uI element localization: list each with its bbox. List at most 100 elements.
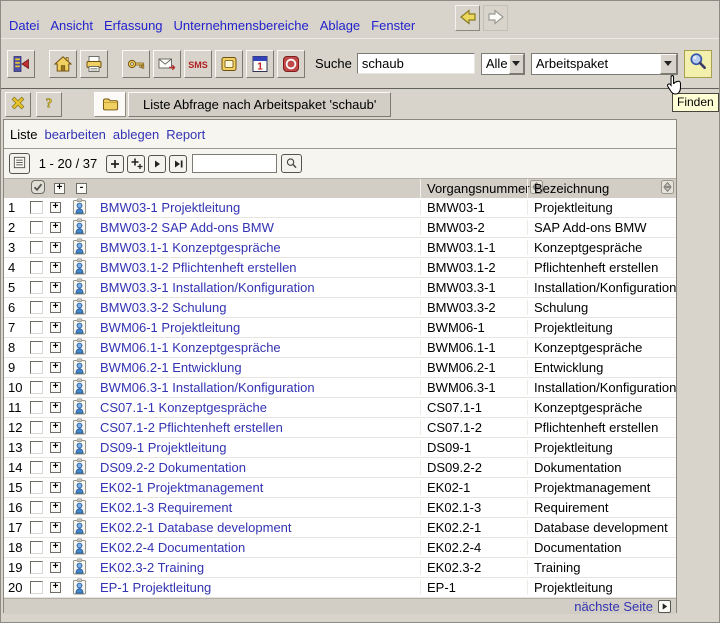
workpackage-link[interactable]: BWM06-1 Projektleitung <box>100 320 240 335</box>
workpackage-person-icon[interactable] <box>72 378 87 398</box>
menu-item-ansicht[interactable]: Ansicht <box>50 18 93 33</box>
forward-button[interactable] <box>483 5 508 31</box>
workpackage-link[interactable]: EK02.2-4 Documentation <box>100 540 245 555</box>
workpackage-person-icon[interactable] <box>72 478 87 498</box>
toolbar-cardfile-button[interactable] <box>215 50 243 78</box>
sort-icon[interactable] <box>661 180 674 197</box>
document-tab[interactable]: Liste Abfrage nach Arbeitspaket 'schaub' <box>94 92 391 117</box>
row-expand-button[interactable]: + <box>50 282 61 293</box>
workpackage-link[interactable]: BWM06.3-1 Installation/Konfiguration <box>100 380 315 395</box>
toolbar-mail-button[interactable] <box>153 50 181 78</box>
toolbar-key-button[interactable] <box>122 50 150 78</box>
toolbar-print-button[interactable] <box>80 50 108 78</box>
row-checkbox[interactable] <box>30 521 43 534</box>
row-expand-button[interactable]: + <box>50 562 61 573</box>
workpackage-link[interactable]: DS09-1 Projektleitung <box>100 440 226 455</box>
find-button[interactable] <box>684 50 712 78</box>
workpackage-person-icon[interactable] <box>72 398 87 418</box>
workpackage-link[interactable]: BMW03-1 Projektleitung <box>100 200 240 215</box>
row-expand-button[interactable]: + <box>50 442 61 453</box>
workpackage-link[interactable]: BMW03-2 SAP Add-ons BMW <box>100 220 274 235</box>
add-multi-button[interactable] <box>127 155 145 173</box>
toolbar-home-button[interactable] <box>49 50 77 78</box>
next-page-link[interactable]: nächste Seite <box>574 599 653 614</box>
row-expand-button[interactable]: + <box>50 362 61 373</box>
row-expand-button[interactable]: + <box>50 522 61 533</box>
workpackage-person-icon[interactable] <box>72 498 87 518</box>
action-link-bearbeiten[interactable]: bearbeiten <box>44 127 105 142</box>
collapse-all-button[interactable]: - <box>76 183 87 194</box>
search-input[interactable] <box>357 53 475 74</box>
row-checkbox[interactable] <box>30 281 43 294</box>
menu-item-erfassung[interactable]: Erfassung <box>104 18 163 33</box>
scope-select[interactable]: Alle <box>481 53 525 75</box>
back-button[interactable] <box>455 5 480 31</box>
row-checkbox[interactable] <box>30 401 43 414</box>
filter-find-button[interactable] <box>281 154 302 173</box>
workpackage-link[interactable]: EK02-1 Projektmanagement <box>100 480 263 495</box>
row-expand-button[interactable]: + <box>50 302 61 313</box>
row-expand-button[interactable]: + <box>50 382 61 393</box>
workpackage-person-icon[interactable] <box>72 458 87 478</box>
row-expand-button[interactable]: + <box>50 322 61 333</box>
help-button[interactable]: ? <box>36 92 62 117</box>
workpackage-person-icon[interactable] <box>72 278 87 298</box>
menu-item-unternehmensbereiche[interactable]: Unternehmensbereiche <box>174 18 309 33</box>
row-checkbox[interactable] <box>30 421 43 434</box>
row-expand-button[interactable]: + <box>50 462 61 473</box>
column-header-bezeichnung[interactable]: Bezeichnung <box>534 181 609 196</box>
workpackage-person-icon[interactable] <box>72 198 87 218</box>
check-all-icon[interactable] <box>30 179 46 198</box>
row-expand-button[interactable]: + <box>50 402 61 413</box>
menu-item-datei[interactable]: Datei <box>9 18 39 33</box>
row-expand-button[interactable]: + <box>50 222 61 233</box>
row-checkbox[interactable] <box>30 561 43 574</box>
row-checkbox[interactable] <box>30 201 43 214</box>
workpackage-person-icon[interactable] <box>72 238 87 258</box>
row-checkbox[interactable] <box>30 581 43 594</box>
workpackage-link[interactable]: BMW03.1-2 Pflichtenheft erstellen <box>100 260 297 275</box>
workpackage-person-icon[interactable] <box>72 518 87 538</box>
workpackage-person-icon[interactable] <box>72 438 87 458</box>
workpackage-person-icon[interactable] <box>72 558 87 578</box>
toolbar-exit-button[interactable] <box>7 50 35 78</box>
column-header-vorgangsnummer[interactable]: Vorgangsnummer <box>427 181 530 196</box>
row-checkbox[interactable] <box>30 441 43 454</box>
row-checkbox[interactable] <box>30 381 43 394</box>
add-button[interactable] <box>106 155 124 173</box>
workpackage-link[interactable]: BWM06.2-1 Entwicklung <box>100 360 242 375</box>
close-view-button[interactable] <box>5 92 31 117</box>
toolbar-sms-button[interactable]: SMS <box>184 50 212 78</box>
row-checkbox[interactable] <box>30 361 43 374</box>
action-link-report[interactable]: Report <box>166 127 205 142</box>
row-expand-button[interactable]: + <box>50 582 61 593</box>
menu-item-fenster[interactable]: Fenster <box>371 18 415 33</box>
row-expand-button[interactable]: + <box>50 542 61 553</box>
row-checkbox[interactable] <box>30 261 43 274</box>
last-page-button[interactable] <box>169 155 187 173</box>
workpackage-link[interactable]: EK02.2-1 Database development <box>100 520 292 535</box>
row-expand-button[interactable]: + <box>50 342 61 353</box>
workpackage-person-icon[interactable] <box>72 218 87 238</box>
workpackage-link[interactable]: CS07.1-2 Pflichtenheft erstellen <box>100 420 283 435</box>
row-expand-button[interactable]: + <box>50 502 61 513</box>
type-select[interactable]: Arbeitspaket <box>531 53 678 75</box>
workpackage-link[interactable]: EK02.3-2 Training <box>100 560 204 575</box>
workpackage-link[interactable]: BMW03.1-1 Konzeptgespräche <box>100 240 281 255</box>
row-expand-button[interactable]: + <box>50 242 61 253</box>
toolbar-power-button[interactable] <box>277 50 305 78</box>
list-menu-button[interactable] <box>9 153 30 174</box>
menu-item-ablage[interactable]: Ablage <box>320 18 360 33</box>
row-checkbox[interactable] <box>30 541 43 554</box>
expand-all-button[interactable]: + <box>54 183 65 194</box>
workpackage-link[interactable]: CS07.1-1 Konzeptgespräche <box>100 400 267 415</box>
workpackage-link[interactable]: BMW03.3-1 Installation/Konfiguration <box>100 280 315 295</box>
workpackage-person-icon[interactable] <box>72 418 87 438</box>
workpackage-person-icon[interactable] <box>72 578 87 598</box>
workpackage-link[interactable]: BWM06.1-1 Konzeptgespräche <box>100 340 281 355</box>
workpackage-person-icon[interactable] <box>72 358 87 378</box>
next-page-button[interactable] <box>658 600 671 613</box>
workpackage-link[interactable]: EP-1 Projektleitung <box>100 580 211 595</box>
row-checkbox[interactable] <box>30 301 43 314</box>
workpackage-person-icon[interactable] <box>72 338 87 358</box>
